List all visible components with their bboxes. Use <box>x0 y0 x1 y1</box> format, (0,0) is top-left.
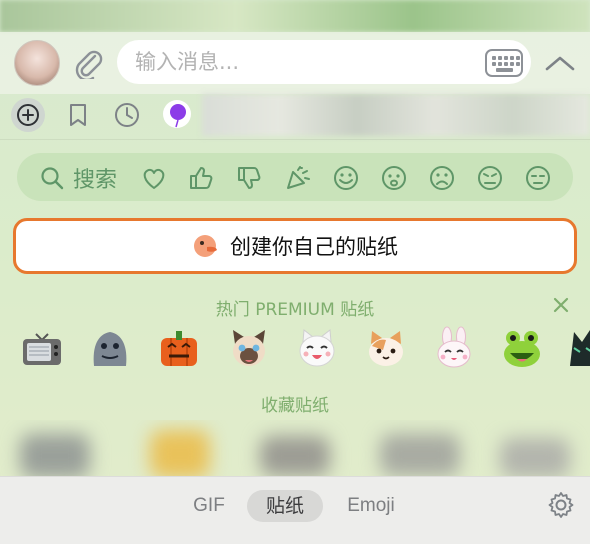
attach-icon[interactable] <box>70 45 106 81</box>
smile-icon[interactable] <box>332 164 360 192</box>
purple-pack-icon[interactable] <box>160 98 194 132</box>
white-cat-sticker[interactable] <box>295 326 339 370</box>
thumbs-up-icon[interactable] <box>187 164 215 192</box>
create-sticker-label: 创建你自己的贴纸 <box>230 235 398 259</box>
message-composer <box>0 32 590 94</box>
favorite-stickers-row <box>0 420 590 476</box>
chat-background-preview <box>0 0 590 32</box>
sticker-search-bar[interactable]: 搜索 <box>17 153 573 201</box>
sticker-pack-tabs <box>0 94 590 138</box>
pumpkin-sticker[interactable] <box>157 326 201 370</box>
gear-icon[interactable] <box>546 490 576 520</box>
gray-cat-sticker[interactable] <box>88 326 132 370</box>
heart-icon[interactable] <box>140 164 168 192</box>
close-icon[interactable] <box>552 296 570 314</box>
tv-sticker[interactable] <box>20 326 64 370</box>
create-sticker-button[interactable]: 创建你自己的贴纸 <box>13 218 577 274</box>
divider <box>0 139 590 140</box>
premium-stickers-title: 热门 PREMIUM 贴纸 <box>215 300 375 320</box>
bookmark-icon[interactable] <box>61 98 95 132</box>
add-icon[interactable] <box>11 98 45 132</box>
dark-sticker[interactable] <box>566 326 590 370</box>
annoyed-icon[interactable] <box>476 164 504 192</box>
blurred-sticker-packs <box>202 94 590 136</box>
message-input[interactable] <box>117 40 531 84</box>
duck-icon <box>194 235 217 257</box>
favorite-stickers-title: 收藏贴纸 <box>261 396 329 416</box>
bottom-tab-bar: GIF 贴纸 Emoji <box>0 476 590 544</box>
siamese-cat-sticker[interactable] <box>227 326 271 370</box>
recent-icon[interactable] <box>110 98 144 132</box>
thumbs-down-icon[interactable] <box>235 164 263 192</box>
party-icon[interactable] <box>284 164 312 192</box>
keyboard-icon[interactable] <box>485 49 523 77</box>
worried-icon[interactable] <box>380 164 408 192</box>
pink-bunny-sticker[interactable] <box>432 326 476 370</box>
calico-cat-sticker[interactable] <box>364 326 408 370</box>
avatar[interactable] <box>14 40 60 86</box>
search-icon <box>41 167 64 190</box>
neutral-icon[interactable] <box>524 164 552 192</box>
frog-sticker[interactable] <box>500 326 544 370</box>
search-label: 搜索 <box>73 168 118 193</box>
tab-emoji[interactable]: Emoji <box>338 490 404 522</box>
tab-gif[interactable]: GIF <box>184 490 234 522</box>
chevron-up-icon[interactable] <box>542 50 578 76</box>
tab-stickers[interactable]: 贴纸 <box>247 490 323 522</box>
frown-icon[interactable] <box>428 164 456 192</box>
